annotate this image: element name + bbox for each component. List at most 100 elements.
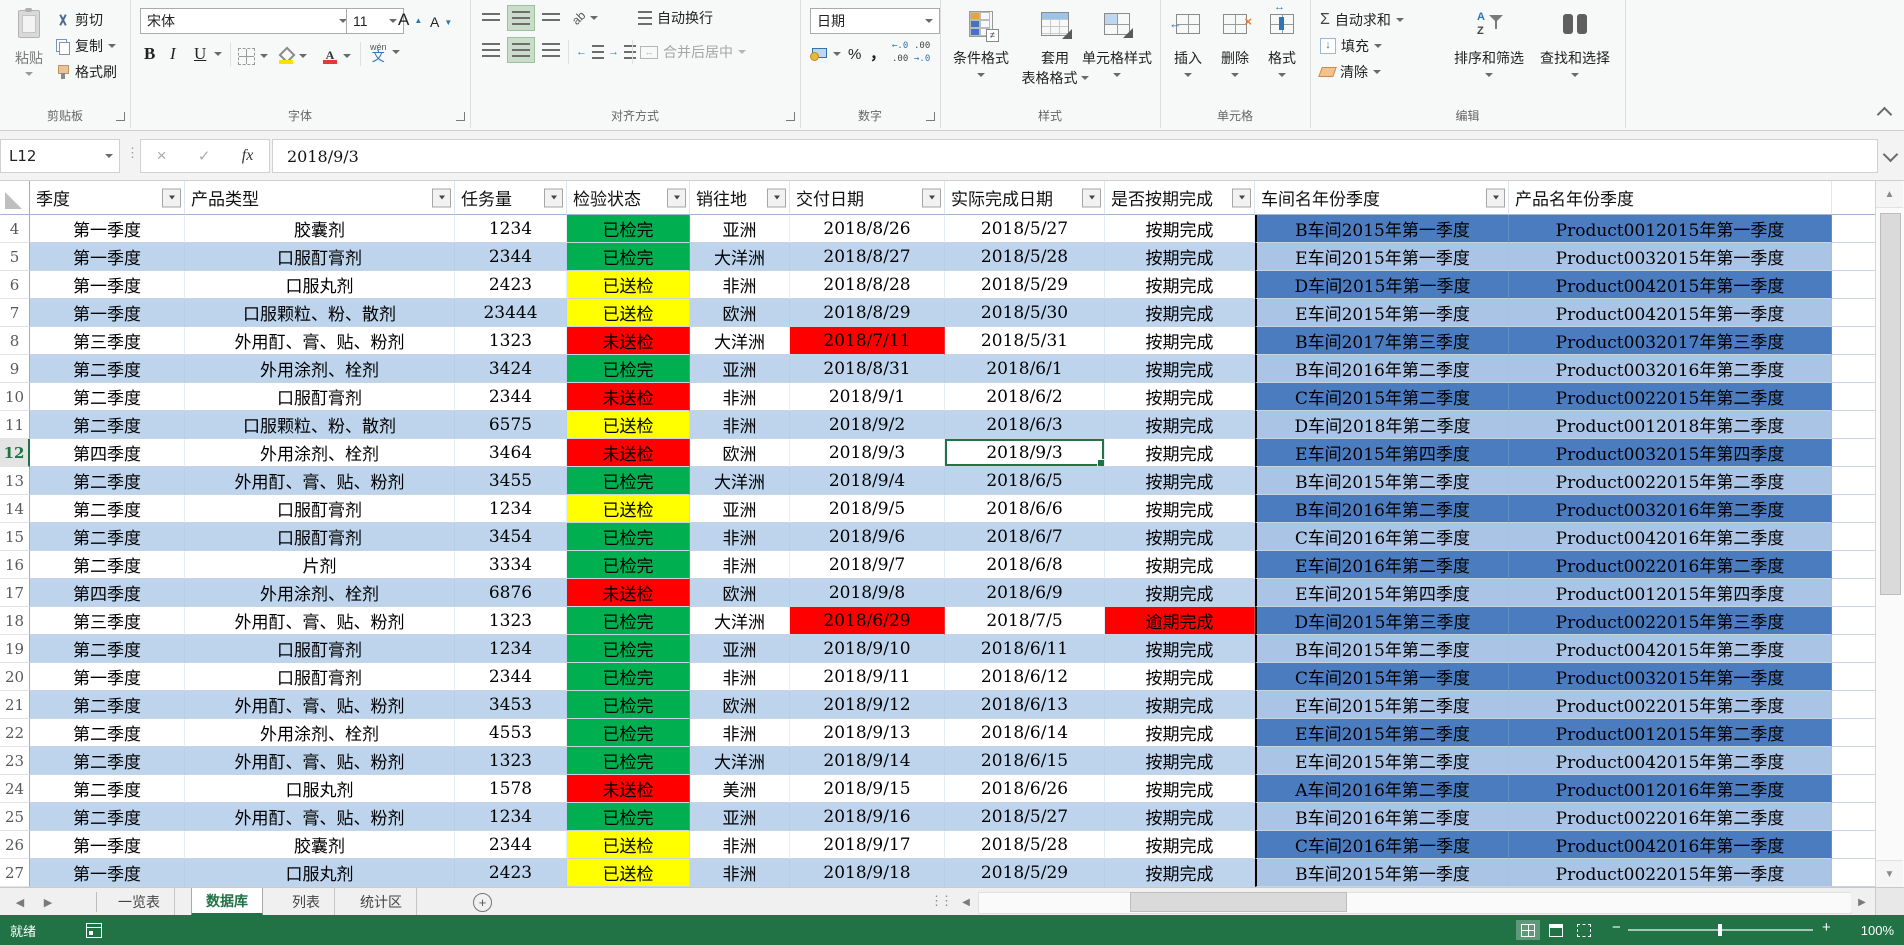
cell-destination[interactable]: 非洲 (690, 271, 790, 299)
bold-button[interactable]: B (144, 42, 155, 66)
horizontal-scroll-thumb[interactable] (1130, 892, 1347, 912)
cell-product-type[interactable]: 外用酊、膏、贴、粉剂 (185, 607, 455, 635)
filter-button-ontime[interactable] (1232, 188, 1251, 207)
cell-product-type[interactable]: 外用酊、膏、贴、粉剂 (185, 747, 455, 775)
cell-inspect-status[interactable]: 已送检 (567, 495, 690, 523)
cell-task-qty[interactable]: 2344 (455, 663, 567, 691)
cell-due-date[interactable]: 2018/9/12 (790, 691, 945, 719)
macro-record-icon[interactable] (86, 923, 102, 938)
cell-quarter[interactable]: 第四季度 (30, 579, 185, 607)
cell-quarter[interactable]: 第二季度 (30, 383, 185, 411)
cell-task-qty[interactable]: 1323 (455, 747, 567, 775)
cell-due-date[interactable]: 2018/8/26 (790, 215, 945, 243)
cell-quarter[interactable]: 第二季度 (30, 411, 185, 439)
cell-product-name[interactable]: Product0022016年第二季度 (1509, 551, 1832, 579)
cell-ontime[interactable]: 按期完成 (1105, 383, 1255, 411)
row-number-24[interactable]: 24 (0, 775, 30, 803)
cell-ontime[interactable]: 按期完成 (1105, 663, 1255, 691)
cell-destination[interactable]: 非洲 (690, 383, 790, 411)
filter-button-quarter[interactable] (162, 188, 181, 207)
paste-dropdown-icon[interactable] (25, 72, 33, 76)
cell-product-name[interactable]: Product0042015年第二季度 (1509, 747, 1832, 775)
cell-quarter[interactable]: 第二季度 (30, 551, 185, 579)
cell-actual-date[interactable]: 2018/6/26 (945, 775, 1105, 803)
cell-workshop[interactable]: C车间2016年第二季度 (1255, 523, 1509, 551)
cell-workshop[interactable]: E车间2015年第二季度 (1255, 747, 1509, 775)
insert-function-icon[interactable]: fx (242, 147, 254, 165)
cell-task-qty[interactable]: 3464 (455, 439, 567, 467)
cell-destination[interactable]: 非洲 (690, 859, 790, 887)
cell-product-name[interactable]: Product0012015年第四季度 (1509, 579, 1832, 607)
cell-ontime[interactable]: 按期完成 (1105, 859, 1255, 887)
cell-product-name[interactable]: Product0032016年第二季度 (1509, 355, 1832, 383)
cell-ontime[interactable]: 按期完成 (1105, 523, 1255, 551)
cell-product-name[interactable]: Product0022015年第一季度 (1509, 859, 1832, 887)
row-number-25[interactable]: 25 (0, 803, 30, 831)
filter-button-qty[interactable] (544, 188, 563, 207)
cell-actual-date[interactable]: 2018/6/11 (945, 635, 1105, 663)
cell-quarter[interactable]: 第一季度 (30, 859, 185, 887)
cell-workshop[interactable]: D车间2015年第一季度 (1255, 271, 1509, 299)
cell-filler[interactable] (1832, 467, 1876, 495)
vertical-scrollbar[interactable]: ▲ ▼ (1875, 181, 1904, 887)
cell-task-qty[interactable]: 1323 (455, 607, 567, 635)
cell-quarter[interactable]: 第二季度 (30, 775, 185, 803)
align-center-button[interactable] (508, 38, 534, 62)
cell-ontime[interactable]: 按期完成 (1105, 551, 1255, 579)
font-size-combo[interactable]: 11 (346, 8, 404, 34)
filter-button-product[interactable] (432, 188, 451, 207)
align-right-button[interactable] (538, 38, 564, 62)
cell-product-name[interactable]: Product0032015年第四季度 (1509, 439, 1832, 467)
cell-destination[interactable]: 欧洲 (690, 579, 790, 607)
cell-ontime[interactable]: 按期完成 (1105, 467, 1255, 495)
cell-filler[interactable] (1832, 299, 1876, 327)
copy-dropdown-icon[interactable] (108, 44, 116, 48)
delete-cells-button[interactable]: × 删除 (1213, 6, 1257, 77)
cell-actual-date[interactable]: 2018/5/27 (945, 215, 1105, 243)
cell-product-name[interactable]: Product0022016年第二季度 (1509, 803, 1832, 831)
decrease-font-button[interactable]: A▼ (430, 10, 452, 34)
cell-product-type[interactable]: 口服酊膏剂 (185, 495, 455, 523)
enter-icon[interactable]: ✓ (198, 147, 211, 165)
cell-destination[interactable]: 大洋洲 (690, 467, 790, 495)
cell-workshop[interactable]: B车间2015年第二季度 (1255, 467, 1509, 495)
cell-actual-date[interactable]: 2018/6/14 (945, 719, 1105, 747)
name-box-dropdown-icon[interactable] (105, 154, 113, 158)
cell-ontime[interactable]: 按期完成 (1105, 747, 1255, 775)
fill-button[interactable]: ↓ 填充 (1320, 34, 1382, 58)
cell-destination[interactable]: 非洲 (690, 663, 790, 691)
cell-workshop[interactable]: B车间2015年第一季度 (1255, 215, 1509, 243)
cell-product-type[interactable]: 口服丸剂 (185, 271, 455, 299)
zoom-in-button[interactable]: + (1822, 919, 1831, 936)
column-header-ontime[interactable]: 是否按期完成 (1105, 181, 1255, 215)
cell-workshop[interactable]: B车间2015年第二季度 (1255, 635, 1509, 663)
cell-actual-date-selected[interactable]: 2018/9/3 (945, 439, 1105, 467)
cell-actual-date[interactable]: 2018/5/29 (945, 271, 1105, 299)
cell-inspect-status[interactable]: 已检完 (567, 607, 690, 635)
cell-product-type[interactable]: 口服酊膏剂 (185, 635, 455, 663)
row-number-10[interactable]: 10 (0, 383, 30, 411)
tab-splitter-handle[interactable]: ⋮⋮ (930, 893, 950, 909)
cell-inspect-status[interactable]: 未送检 (567, 383, 690, 411)
cell-destination[interactable]: 亚洲 (690, 635, 790, 663)
cell-filler[interactable] (1832, 551, 1876, 579)
format-cells-button[interactable]: ↔ 格式 (1260, 6, 1304, 77)
increase-decimal-button[interactable]: ←.0.00 (892, 42, 908, 66)
cell-quarter[interactable]: 第一季度 (30, 663, 185, 691)
cell-quarter[interactable]: 第二季度 (30, 635, 185, 663)
scroll-right-button[interactable]: ▶ (1851, 892, 1873, 912)
cell-destination[interactable]: 非洲 (690, 831, 790, 859)
prev-sheet-button[interactable]: ◀ (8, 888, 32, 916)
filter-button-due[interactable] (922, 188, 941, 207)
decrease-decimal-button[interactable]: .00→.0 (914, 42, 930, 66)
cell-inspect-status[interactable]: 已检完 (567, 663, 690, 691)
cell-actual-date[interactable]: 2018/7/5 (945, 607, 1105, 635)
cell-task-qty[interactable]: 3455 (455, 467, 567, 495)
row-number-11[interactable]: 11 (0, 411, 30, 439)
cell-quarter[interactable]: 第二季度 (30, 355, 185, 383)
cell-filler[interactable] (1832, 411, 1876, 439)
cell-task-qty[interactable]: 2344 (455, 243, 567, 271)
cell-task-qty[interactable]: 1234 (455, 803, 567, 831)
paste-button[interactable]: 粘贴 (6, 6, 52, 76)
cell-filler[interactable] (1832, 495, 1876, 523)
